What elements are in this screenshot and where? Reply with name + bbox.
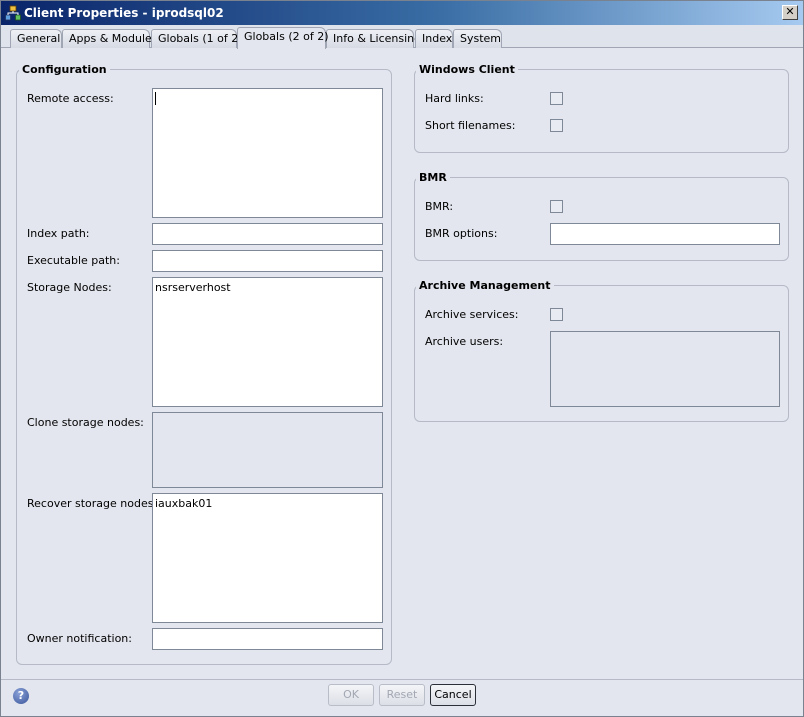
archive-services-label: Archive services: [425,308,519,321]
remote-access-label: Remote access: [27,92,114,105]
recover-storage-nodes-label: Recover storage nodes: [27,497,158,510]
bmr-title: BMR [416,171,450,185]
storage-nodes-textarea[interactable]: nsrserverhost [152,277,383,407]
archive-users-textarea[interactable] [550,331,780,407]
recover-storage-nodes-textarea[interactable]: iauxbak01 [152,493,383,623]
cancel-button[interactable]: Cancel [430,684,476,706]
tab-system[interactable]: System [453,29,502,48]
remote-access-textarea[interactable] [152,88,383,218]
executable-path-label: Executable path: [27,254,120,267]
tab-globals-2[interactable]: Globals (2 of 2) [237,27,329,49]
tab-general[interactable]: General [10,29,62,48]
configuration-title: Configuration [19,63,110,77]
clone-storage-nodes-label: Clone storage nodes: [27,416,144,429]
bmr-options-label: BMR options: [425,227,498,240]
windows-client-title: Windows Client [416,63,518,77]
tab-bar: General Apps & Modules Globals (1 of 2) … [1,25,803,49]
tab-apps-modules[interactable]: Apps & Modules [62,29,158,48]
bmr-group [414,177,789,261]
bmr-label: BMR: [425,200,454,213]
hard-links-label: Hard links: [425,92,484,105]
executable-path-input[interactable] [152,250,383,272]
window-title: Client Properties - iprodsql02 [24,6,224,20]
bmr-options-input[interactable] [550,223,780,245]
network-client-icon [5,5,21,21]
clone-storage-nodes-textarea[interactable] [152,412,383,488]
help-icon[interactable]: ? [13,688,29,704]
hard-links-checkbox[interactable] [550,92,563,105]
text-caret [155,92,156,105]
index-path-label: Index path: [27,227,90,240]
reset-button[interactable]: Reset [379,684,425,706]
short-filenames-checkbox[interactable] [550,119,563,132]
index-path-input[interactable] [152,223,383,245]
client-properties-dialog: Client Properties - iprodsql02 ✕ General… [0,0,804,717]
archive-users-label: Archive users: [425,335,504,348]
close-button[interactable]: ✕ [782,5,798,20]
bmr-checkbox[interactable] [550,200,563,213]
footer-divider [1,679,803,680]
tab-info-licensing[interactable]: Info & Licensing [326,29,421,48]
storage-nodes-label: Storage Nodes: [27,281,112,294]
archive-services-checkbox[interactable] [550,308,563,321]
ok-button[interactable]: OK [328,684,374,706]
title-bar[interactable]: Client Properties - iprodsql02 ✕ [1,1,803,25]
tab-index[interactable]: Index [415,29,453,48]
owner-notification-label: Owner notification: [27,632,132,645]
short-filenames-label: Short filenames: [425,119,516,132]
tab-globals-1[interactable]: Globals (1 of 2) [151,29,243,48]
owner-notification-input[interactable] [152,628,383,650]
archive-management-title: Archive Management [416,279,554,293]
windows-client-group [414,69,789,153]
